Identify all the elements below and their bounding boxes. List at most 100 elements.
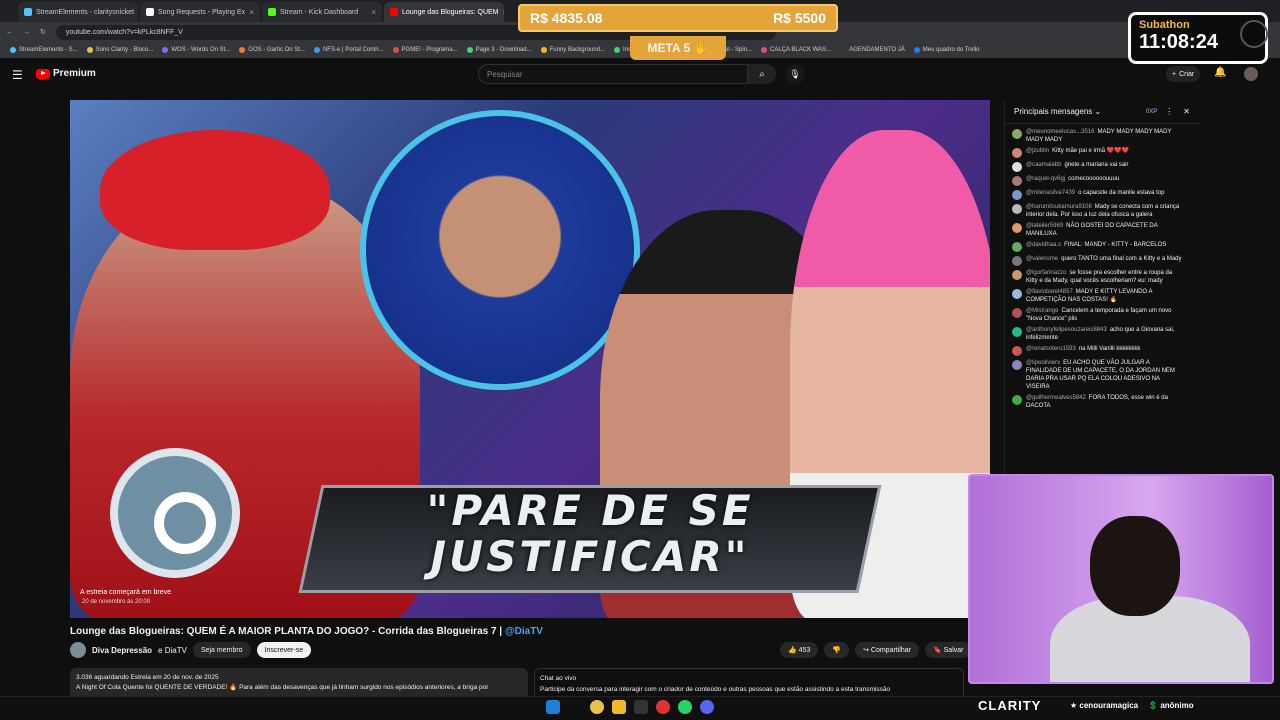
chat-avatar[interactable]	[1012, 242, 1022, 252]
browser-tab[interactable]: StreamElements - claritysnicket×	[18, 2, 138, 22]
close-tab-icon[interactable]: ×	[371, 8, 376, 17]
chat-avatar[interactable]	[1012, 308, 1022, 318]
chat-message: @meunomeelucas...3516 MADY MADY MADY MADY…	[1012, 128, 1184, 144]
chat-avatar[interactable]	[1012, 148, 1022, 158]
chrome-icon[interactable]	[590, 700, 604, 714]
chat-username[interactable]: @harumitsukamura9108	[1026, 204, 1092, 210]
chat-avatar[interactable]	[1012, 395, 1022, 405]
more-icon[interactable]: ⋮	[1165, 107, 1173, 116]
chat-username[interactable]: @anthonyfelipesouzareis8843	[1026, 327, 1107, 333]
app-icon[interactable]	[634, 700, 648, 714]
browser-tab[interactable]: Stream - Kick Dashboard ×	[262, 2, 382, 22]
back-icon[interactable]: ←	[6, 29, 13, 36]
bookmark-item[interactable]: CALÇA BLACK WAS...	[761, 47, 831, 53]
chat-text: Kitty mãe pai e irmã ❤️❤️❤️	[1052, 148, 1130, 154]
reload-icon[interactable]: ↻	[40, 28, 46, 36]
channel-watermark-logo	[110, 448, 240, 578]
search-button[interactable]: ⌕	[748, 64, 776, 84]
chat-avatar[interactable]	[1012, 190, 1022, 200]
chat-username[interactable]: @lipeolivierx	[1026, 360, 1060, 366]
chat-avatar[interactable]	[1012, 360, 1022, 370]
voice-search-button[interactable]: 🎙	[785, 64, 805, 84]
chat-username[interactable]: @raquel-qv6gj	[1026, 176, 1065, 182]
share-button[interactable]: ↪ Compartilhar	[855, 642, 919, 658]
chat-avatar[interactable]	[1012, 346, 1022, 356]
youtube-logo[interactable]: Premium	[36, 68, 96, 79]
chat-username[interactable]: @flaviobarel4857	[1026, 289, 1073, 295]
coin-icon: 💲	[1148, 701, 1159, 710]
chat-avatar[interactable]	[1012, 270, 1022, 280]
chat-message-body: @lipeolivierx EU ACHO QUE VÃO JULGAR A FI…	[1026, 359, 1184, 391]
bookmark-item[interactable]: Meu quadro do Trello	[913, 47, 979, 53]
whatsapp-icon[interactable]	[678, 700, 692, 714]
youtube-play-icon	[36, 68, 50, 79]
chat-username[interactable]: @valeriome	[1026, 256, 1058, 262]
video-title-tag[interactable]: @DiaTV	[505, 626, 543, 637]
close-tab-icon[interactable]: ×	[249, 8, 254, 17]
subscribe-button[interactable]: Inscrever-se	[256, 642, 312, 658]
save-button[interactable]: 🔖 Salvar	[924, 642, 972, 658]
close-icon[interactable]: ✕	[1183, 107, 1190, 116]
chat-avatar[interactable]	[1012, 256, 1022, 266]
bookmark-item[interactable]: StreamElements - S...	[10, 47, 78, 53]
forward-icon[interactable]: →	[23, 29, 30, 36]
account-avatar[interactable]	[1244, 67, 1258, 81]
chevron-down-icon[interactable]: ⌄	[1092, 107, 1101, 116]
chat-username[interactable]: @guilhermealves5842	[1026, 395, 1086, 401]
chat-avatar[interactable]	[1012, 162, 1022, 172]
chat-username[interactable]: @jzublin	[1026, 148, 1049, 154]
channel-collab[interactable]: e DiaTV	[158, 646, 187, 655]
chat-username[interactable]: @meunomeelucas...3516	[1026, 129, 1094, 135]
chat-message-body: @caamaiabb gnete a mariana vai sair	[1026, 161, 1129, 172]
chat-username[interactable]: @davidhaa.s	[1026, 242, 1061, 248]
chat-avatar[interactable]	[1012, 223, 1022, 233]
tab-label: Song Requests - Playing Ex	[158, 8, 246, 16]
chat-username[interactable]: @renatsotero1593	[1026, 346, 1076, 352]
chat-username[interactable]: @caamaiabb	[1026, 162, 1061, 168]
bookmark-item[interactable]: AGENDAMENTO JÁ	[840, 47, 905, 53]
bookmark-item[interactable]: Funny Background...	[540, 47, 605, 53]
search-input[interactable]: Pesquisar	[478, 64, 748, 84]
chat-avatar[interactable]	[1012, 204, 1022, 214]
dislike-button[interactable]: 👎	[824, 642, 850, 658]
chat-username[interactable]: @lateiler5969	[1026, 223, 1063, 229]
bookmark-item[interactable]: GOS - Gartic On St...	[239, 47, 305, 53]
bookmark-item[interactable]: PGME! - Programa...	[392, 47, 458, 53]
bell-icon[interactable]: 🔔	[1214, 67, 1226, 78]
chat-username[interactable]: @Mistrange	[1026, 308, 1058, 314]
chat-avatar[interactable]	[1012, 327, 1022, 337]
menu-icon[interactable]: ☰	[12, 68, 23, 82]
chat-message: @flaviobarel4857 MADY E KITTY LEVANDO A C…	[1012, 288, 1184, 304]
chat-mode-select[interactable]: Principais mensagens	[1014, 107, 1092, 116]
chat-username[interactable]: @milenasilva7439	[1026, 190, 1075, 196]
chat-message-body: @flaviobarel4857 MADY E KITTY LEVANDO A C…	[1026, 288, 1184, 304]
close-tab-icon[interactable]: ×	[503, 8, 505, 17]
create-button[interactable]: + Criar	[1166, 66, 1201, 82]
bookmark-item[interactable]: Sons Clarity - Bloco...	[86, 47, 153, 53]
browser-tab[interactable]: Lounge das Blogueiras: QUEM ×	[384, 2, 504, 22]
bookmark-favicon-icon	[162, 47, 169, 53]
channel-avatar[interactable]	[70, 642, 86, 658]
channel-name[interactable]: Diva Depressão	[92, 646, 152, 655]
chat-username[interactable]: @lgorfarinazzo	[1026, 270, 1066, 276]
browser-tab[interactable]: Song Requests - Playing Ex ×	[140, 2, 260, 22]
video-player[interactable]: "PARE DE SE JUSTIFICAR"	[70, 100, 990, 618]
chat-message-body: @jzublin Kitty mãe pai e irmã ❤️❤️❤️	[1026, 147, 1129, 158]
join-button[interactable]: Seja membro	[192, 642, 251, 658]
obs-icon[interactable]	[656, 700, 670, 714]
chat-avatar[interactable]	[1012, 129, 1022, 139]
discord-icon[interactable]	[700, 700, 714, 714]
bookmark-item[interactable]: NFS-e | Portal Contri...	[313, 47, 384, 53]
folder-icon[interactable]	[612, 700, 626, 714]
bookmark-item[interactable]: Page 3 - Download...	[466, 47, 532, 53]
windows-start-icon[interactable]	[546, 700, 560, 714]
chat-message-body: @raquel-qv6gj comecoooooouuuu	[1026, 175, 1119, 186]
chat-message: @lipeolivierx EU ACHO QUE VÃO JULGAR A FI…	[1012, 359, 1184, 391]
tab-favicon-icon	[390, 8, 398, 16]
like-button[interactable]: 👍 453	[780, 642, 819, 658]
meta-label: META 5	[647, 41, 691, 55]
chat-avatar[interactable]	[1012, 289, 1022, 299]
chat-avatar[interactable]	[1012, 176, 1022, 186]
bookmark-item[interactable]: WOS - Words On St...	[162, 47, 230, 53]
donation-current: R$ 4835.08	[530, 10, 603, 26]
